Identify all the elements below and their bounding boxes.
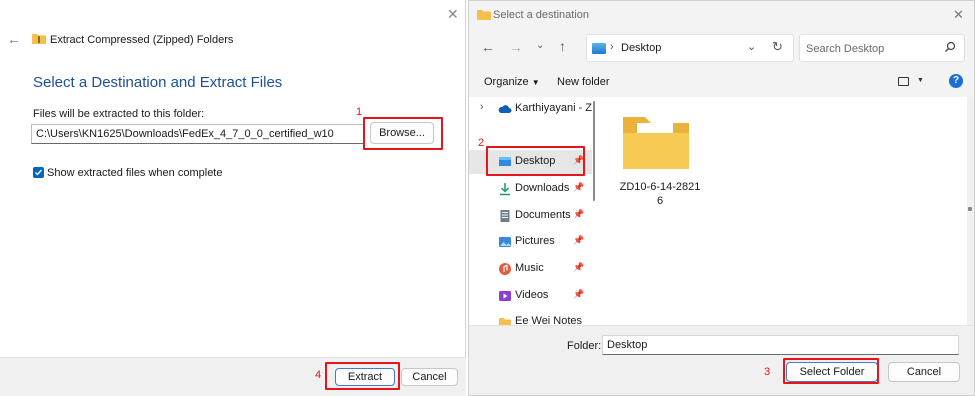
organize-dropdown-icon: ▼ — [531, 78, 540, 87]
nav-item-label: Documents — [515, 209, 571, 221]
dialog-navbar: ← → ⌄ ↑ › Desktop ⌄ ↻ Search Desktop — [469, 29, 974, 67]
breadcrumb[interactable]: Desktop — [621, 42, 661, 54]
nav-item-label: Ee Wei Notes — [515, 315, 583, 325]
destination-label: Files will be extracted to this folder: — [33, 108, 205, 120]
documents-icon — [498, 209, 512, 223]
dialog-bottom-bar: Folder: Desktop Select Folder Cancel — [469, 325, 974, 395]
folder-name-value: Desktop — [607, 339, 648, 351]
nav-item-label: Karthiyayani - Z — [515, 102, 592, 114]
up-icon[interactable]: ↑ — [559, 38, 566, 54]
nav-item-pictures[interactable]: Pictures 📌 — [469, 230, 592, 254]
pictures-icon — [498, 235, 512, 249]
cloud-icon — [498, 102, 512, 116]
folder-content-area: ZD10-6-14-2821 6 — [599, 97, 967, 325]
recent-locations-chevron-icon[interactable]: ⌄ — [536, 40, 544, 51]
select-destination-dialog: Select a destination ✕ ← → ⌄ ↑ › Desktop… — [468, 0, 975, 396]
folder-item-name-line2: 6 — [656, 195, 664, 207]
nav-item-downloads[interactable]: Downloads 📌 — [469, 177, 592, 201]
address-bar[interactable]: › Desktop ⌄ ↻ — [586, 34, 794, 62]
step-4-label: 4 — [315, 369, 322, 381]
dialog-cancel-button[interactable]: Cancel — [888, 362, 960, 382]
pin-icon: 📌 — [573, 235, 585, 245]
folder-icon — [477, 9, 491, 20]
help-icon[interactable]: ? — [949, 74, 963, 88]
search-placeholder: Search Desktop — [806, 43, 885, 55]
nav-item-label: Downloads — [515, 182, 570, 194]
pin-icon: 📌 — [573, 262, 585, 272]
folder-icon — [498, 315, 512, 325]
pin-icon: 📌 — [573, 289, 585, 299]
search-icon — [944, 41, 956, 56]
dialog-title: Select a destination — [493, 9, 590, 21]
folder-label: Folder: — [567, 340, 602, 352]
wizard-heading: Select a Destination and Extract Files — [33, 74, 283, 91]
show-files-checkbox[interactable] — [33, 167, 44, 178]
browse-highlight-box — [363, 117, 443, 150]
close-icon[interactable]: ✕ — [447, 6, 459, 23]
music-icon — [498, 262, 512, 276]
wizard-cancel-button[interactable]: Cancel — [401, 368, 458, 386]
nav-item-videos[interactable]: Videos 📌 — [469, 284, 592, 308]
refresh-icon[interactable]: ↻ — [772, 39, 783, 55]
nav-item-label: Videos — [515, 289, 549, 301]
step-1-label: 1 — [356, 106, 363, 118]
pin-icon: 📌 — [573, 209, 585, 219]
content-scrollbar[interactable] — [967, 97, 974, 325]
dialog-cancel-button-label: Cancel — [906, 366, 942, 378]
nav-pane-scrollbar[interactable] — [593, 101, 595, 201]
wizard-title: Extract Compressed (Zipped) Folders — [50, 34, 234, 46]
dialog-command-bar: Organize ▼ New folder ▼ ? — [469, 67, 974, 97]
organize-label: Organize — [484, 76, 529, 88]
back-arrow-icon[interactable]: ← — [7, 31, 21, 47]
breadcrumb-chevron-icon: › — [610, 41, 614, 53]
show-files-label: Show extracted files when complete — [47, 167, 223, 179]
new-folder-button[interactable]: New folder — [557, 76, 610, 88]
folder-item[interactable]: ZD10-6-14-2821 6 — [617, 109, 703, 209]
navigation-pane: › Karthiyayani - Z Desktop 📌 Downloads 📌… — [469, 97, 592, 325]
wizard-cancel-button-label: Cancel — [412, 371, 447, 383]
videos-icon — [498, 289, 512, 303]
extract-wizard: ← Extract Compressed (Zipped) Folders ✕ … — [0, 0, 466, 396]
forward-icon[interactable]: → — [509, 39, 523, 55]
nav-item-onedrive[interactable]: › Karthiyayani - Z — [469, 97, 592, 121]
pin-icon: 📌 — [573, 182, 585, 192]
destination-path-field[interactable]: C:\Users\KN1625\Downloads\FedEx_4_7_0_0_… — [31, 124, 365, 144]
desktop-icon — [592, 43, 606, 54]
address-dropdown-icon[interactable]: ⌄ — [747, 40, 756, 53]
select-folder-highlight-box — [783, 358, 879, 384]
view-dropdown-icon[interactable]: ▼ — [917, 77, 924, 84]
folder-item-name-line1: ZD10-6-14-2821 — [619, 181, 701, 193]
expand-chevron-icon[interactable]: › — [480, 101, 484, 113]
extract-highlight-box — [325, 362, 400, 390]
destination-path-value: C:\Users\KN1625\Downloads\FedEx_4_7_0_0_… — [36, 128, 334, 140]
dialog-close-icon[interactable]: ✕ — [953, 7, 964, 23]
view-options-icon[interactable] — [898, 77, 909, 86]
organize-menu[interactable]: Organize ▼ — [484, 76, 540, 88]
nav-item-ee-wei-notes[interactable]: Ee Wei Notes — [469, 310, 592, 325]
zip-folder-icon — [32, 33, 46, 44]
desktop-highlight-box — [486, 146, 585, 176]
folder-with-file-icon — [621, 109, 691, 174]
step-3-label: 3 — [764, 366, 771, 378]
nav-item-music[interactable]: Music 📌 — [469, 257, 592, 281]
nav-item-label: Music — [515, 262, 544, 274]
folder-name-field[interactable]: Desktop — [602, 335, 959, 355]
nav-item-documents[interactable]: Documents 📌 — [469, 204, 592, 228]
nav-item-label: Pictures — [515, 235, 555, 247]
download-icon — [498, 182, 512, 196]
search-box[interactable]: Search Desktop — [799, 34, 965, 62]
step-2-label: 2 — [478, 137, 485, 149]
dialog-titlebar: Select a destination ✕ — [469, 1, 974, 29]
back-icon[interactable]: ← — [481, 39, 495, 55]
